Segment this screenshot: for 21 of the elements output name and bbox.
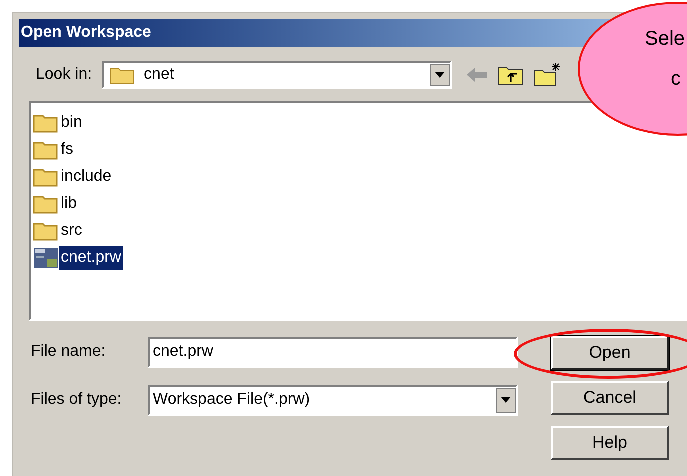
file-name-field[interactable]: cnet.prw [148, 336, 518, 368]
files-of-type-dropdown[interactable]: Workspace File(*.prw) [148, 384, 518, 416]
file-item[interactable]: include [59, 164, 114, 188]
dialog-button[interactable]: Open [551, 336, 669, 370]
new-folder-icon[interactable] [534, 63, 562, 87]
look-in-dropdown[interactable]: cnet [102, 61, 452, 89]
file-item[interactable]: lib [59, 192, 80, 216]
callout-text: c [671, 67, 681, 92]
files-of-type-label: Files of type: [31, 390, 123, 410]
files-of-type-value: Workspace File(*.prw) [153, 390, 312, 410]
dialog-button[interactable]: Cancel [551, 381, 669, 415]
dialog-button[interactable]: Help [551, 426, 669, 460]
workspace-file-icon [33, 246, 59, 268]
file-item[interactable]: bin [59, 110, 84, 134]
file-item[interactable]: cnet.prw [59, 246, 124, 270]
file-item[interactable]: fs [59, 138, 76, 162]
file-name-label: File name: [31, 342, 107, 362]
callout-text: Sele [645, 27, 686, 52]
look-in-label: Look in: [36, 65, 92, 85]
file-item[interactable]: src [59, 218, 84, 242]
look-in-value: cnet [144, 65, 176, 85]
